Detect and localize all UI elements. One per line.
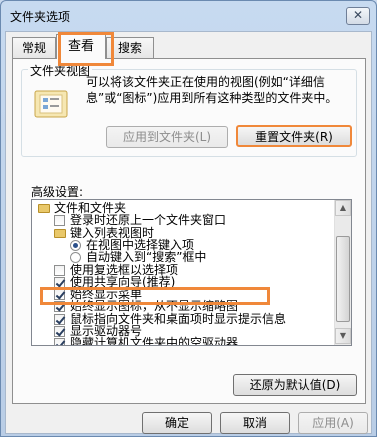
close-icon: ✕	[352, 8, 364, 22]
close-button[interactable]: ✕	[346, 7, 370, 25]
folder-view-icon	[34, 90, 68, 118]
folder-views-label: 文件夹视图	[28, 62, 93, 79]
setting-row[interactable]: 隐藏计算机文件夹中的空驱动器	[32, 336, 332, 346]
folder-views-group: 文件夹视图 可以将该文件夹正在使用的视图(例如“详细信息”或“图标”)应用到所有…	[21, 62, 357, 157]
tab-view[interactable]: 查看	[56, 34, 106, 59]
scroll-up-icon[interactable]: ▲	[335, 200, 351, 216]
setting-radio[interactable]	[70, 252, 81, 264]
setting-radio[interactable]	[70, 239, 81, 251]
setting-checkbox[interactable]	[54, 301, 65, 313]
apply-button[interactable]: 应用(A)	[298, 412, 368, 434]
tab-search-label: 搜索	[117, 41, 142, 55]
setting-checkbox[interactable]	[54, 276, 65, 288]
tab-view-label: 查看	[67, 39, 94, 54]
folder-icon	[54, 228, 66, 238]
scroll-down-icon[interactable]: ▼	[335, 328, 351, 344]
setting-label: 隐藏计算机文件夹中的空驱动器	[70, 336, 239, 346]
view-tab-panel: 文件夹视图 可以将该文件夹正在使用的视图(例如“详细信息”或“图标”)应用到所有…	[12, 58, 366, 404]
folder-icon	[38, 204, 50, 213]
window-title: 文件夹选项	[10, 10, 71, 24]
apply-to-folders-button[interactable]: 应用到文件夹(L)	[106, 126, 228, 148]
setting-checkbox[interactable]	[54, 215, 65, 227]
advanced-settings-label: 高级设置:	[31, 185, 84, 199]
cancel-button[interactable]: 取消	[220, 412, 290, 434]
tab-general-label: 常规	[21, 41, 46, 55]
tab-search[interactable]: 搜索	[106, 37, 154, 58]
setting-checkbox[interactable]	[54, 326, 65, 337]
folder-options-window: 文件夹选项 ✕ 常规 查看 搜索 文件夹视图 可以将该文件夹正在使用的视图(例如…	[0, 0, 377, 437]
setting-checkbox[interactable]	[54, 313, 65, 325]
advanced-settings-list[interactable]: 文件和文件夹 登录时还原上一个文件夹窗口 键入列表视图时 在视图中选择键入项 自动键入到…	[31, 199, 352, 346]
setting-checkbox[interactable]	[54, 338, 65, 345]
title-bar: 文件夹选项 ✕	[1, 1, 376, 31]
ok-button[interactable]: 确定	[142, 412, 212, 434]
advanced-settings-scrollbar[interactable]: ▲ ▼	[334, 200, 351, 345]
restore-defaults-button[interactable]: 还原为默认值(D)	[233, 374, 357, 396]
dialog-client-area: 常规 查看 搜索 文件夹视图 可以将该文件夹正在使用的视图(例如“详细信息”或“…	[5, 31, 372, 434]
tab-general[interactable]: 常规	[12, 37, 56, 58]
setting-checkbox[interactable]	[54, 264, 65, 276]
setting-checkbox[interactable]	[54, 289, 65, 301]
scrollbar-thumb[interactable]	[336, 236, 350, 322]
reset-folders-button[interactable]: 重置文件夹(R)	[236, 125, 352, 147]
folder-views-description: 可以将该文件夹正在使用的视图(例如“详细信息”或“图标”)应用到所有这种类型的文…	[86, 75, 338, 105]
